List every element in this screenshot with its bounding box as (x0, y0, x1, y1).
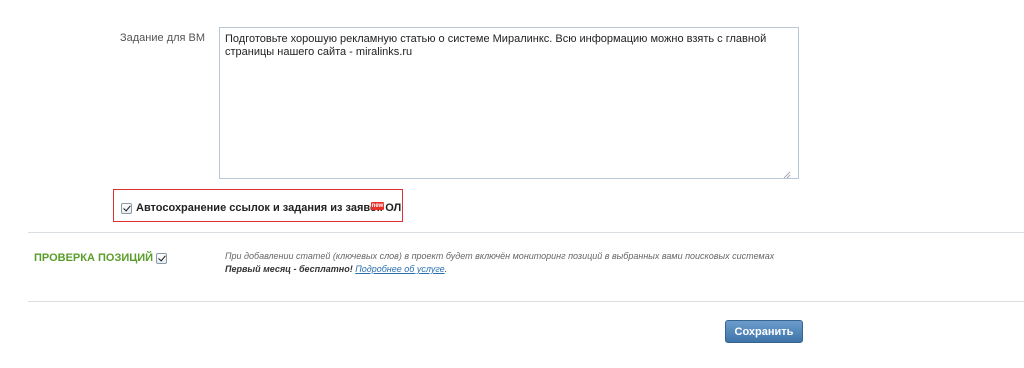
promo-bold: Первый месяц - бесплатно! (225, 264, 353, 274)
positions-promo: Первый месяц - бесплатно! Подробнее об у… (225, 264, 447, 274)
divider (28, 301, 1024, 302)
new-badge-icon: new (371, 202, 384, 210)
autosave-checkbox[interactable] (121, 203, 132, 214)
save-button[interactable]: Сохранить (725, 320, 803, 343)
task-label: Задание для ВМ (120, 32, 206, 44)
positions-section-title: ПРОВЕРКА ПОЗИЦИЙ (34, 252, 154, 264)
task-textarea[interactable]: Подготовьте хорошую рекламную статью о с… (219, 27, 799, 179)
promo-suffix: . (444, 264, 448, 274)
positions-note: При добавлении статей (ключевых слов) в … (225, 251, 775, 261)
divider (28, 232, 1024, 233)
autosave-label[interactable]: Автосохранение ссылок и задания из заяво… (136, 202, 401, 214)
positions-checkbox[interactable] (156, 253, 168, 264)
more-info-link[interactable]: Подробнее об услуге (355, 264, 444, 274)
resize-grip-icon[interactable] (783, 171, 791, 179)
